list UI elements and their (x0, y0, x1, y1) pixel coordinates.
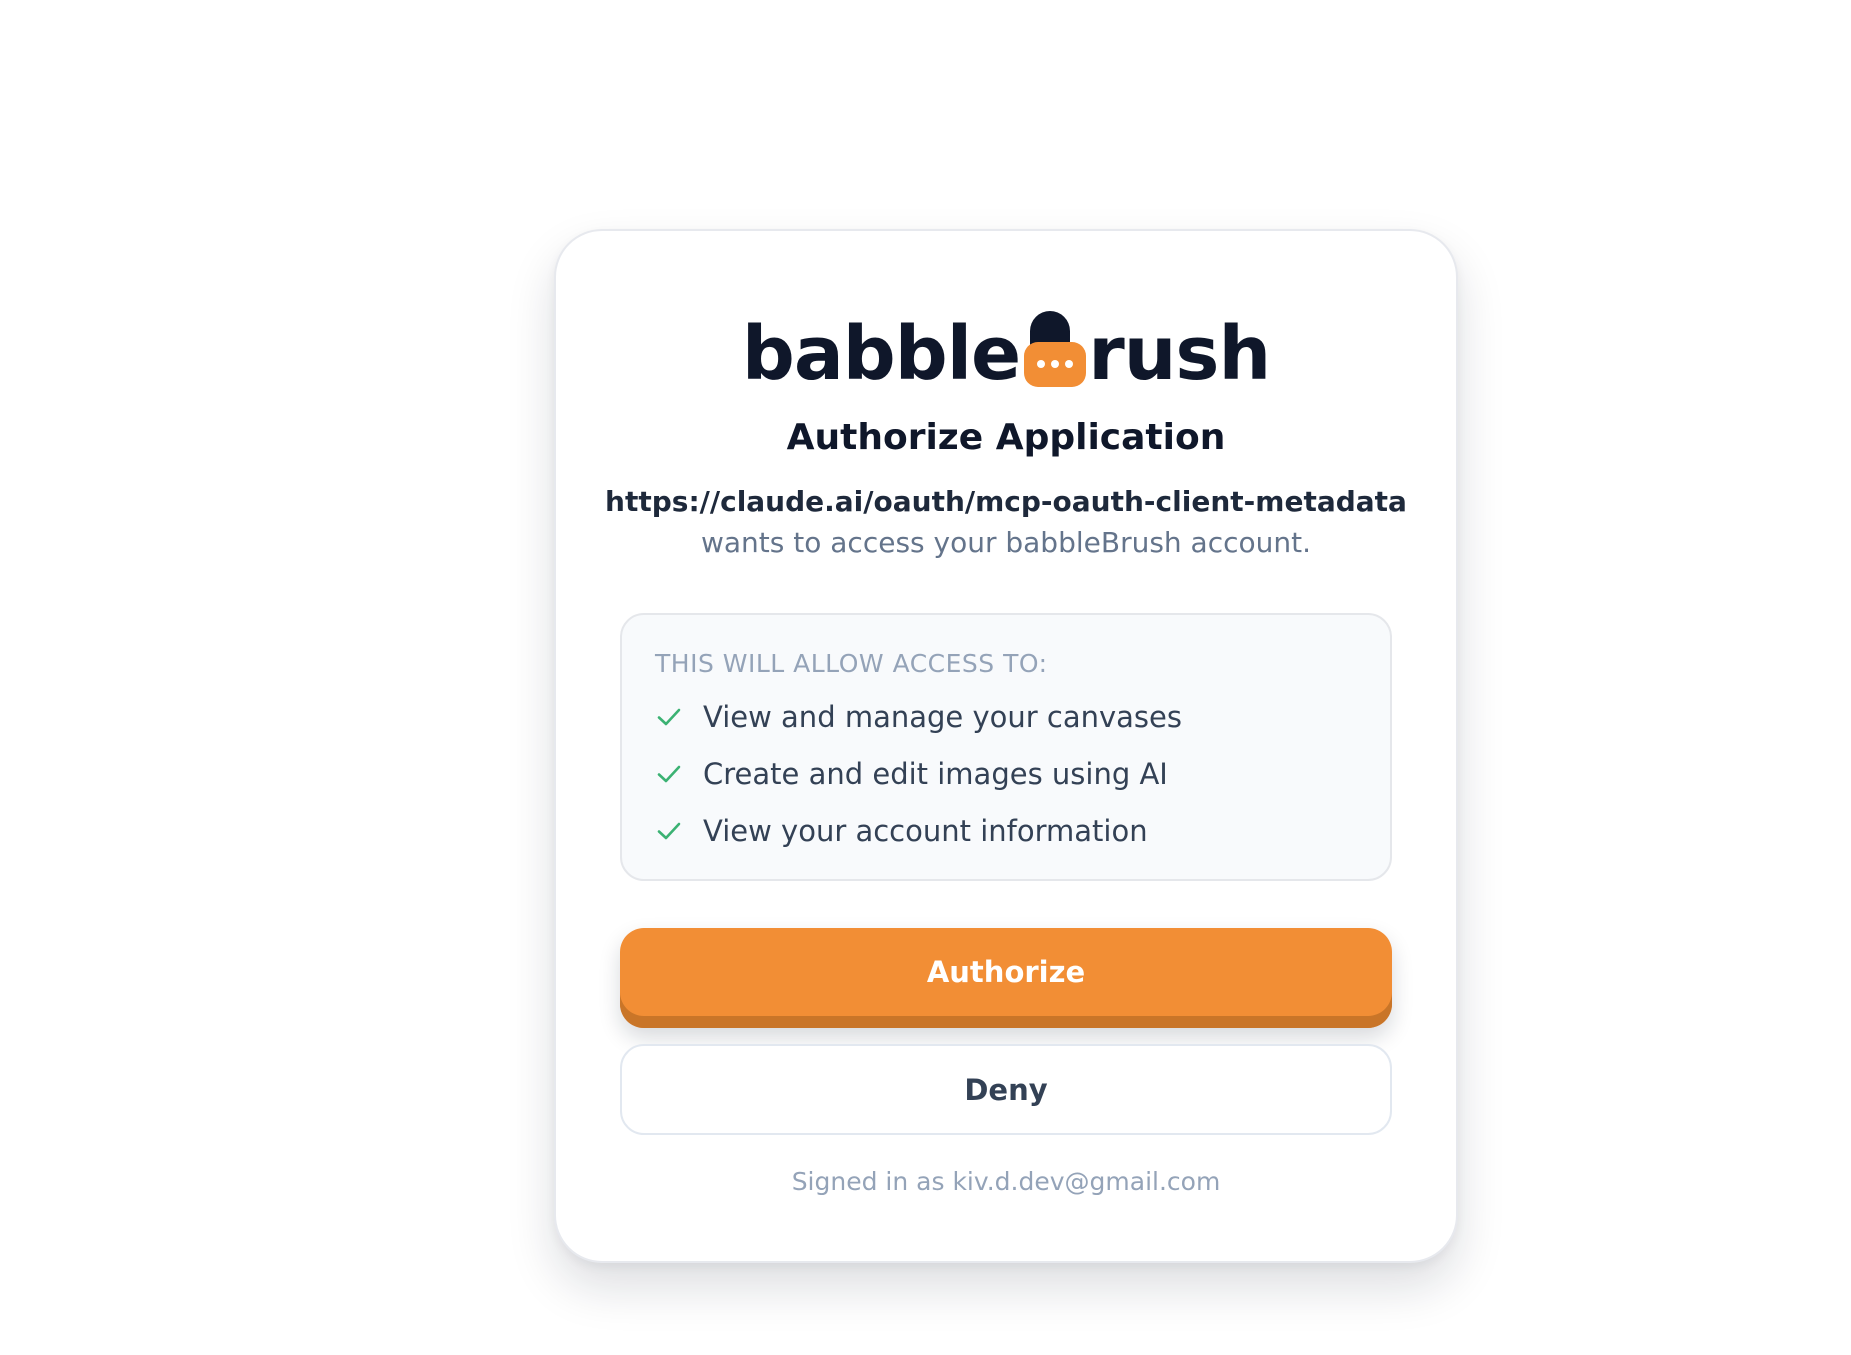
logo-text-rush: rush (1088, 311, 1271, 397)
scope-item: View and manage your canvases (655, 697, 1182, 737)
client-access-description: wants to access your babbleBrush account… (700, 526, 1312, 559)
scope-item: View your account information (655, 811, 1148, 851)
scope-label: Create and edit images using AI (703, 757, 1168, 791)
check-icon (655, 703, 683, 731)
scope-label: View your account information (703, 814, 1148, 848)
oauth-consent-page: babble rush Authorize Application https:… (0, 0, 1851, 1355)
deny-button[interactable]: Deny (620, 1044, 1392, 1135)
check-icon (655, 817, 683, 845)
authorize-button[interactable]: Authorize (620, 928, 1392, 1028)
scopes-panel: THIS WILL ALLOW ACCESS TO: View and mana… (620, 613, 1392, 881)
scopes-heading: THIS WILL ALLOW ACCESS TO: (655, 649, 1048, 678)
client-url: https://claude.ai/oauth/mcp-oauth-client… (605, 485, 1407, 518)
scope-item: Create and edit images using AI (655, 754, 1168, 794)
page-title: Authorize Application (786, 417, 1226, 458)
signed-in-status: Signed in as kiv.d.dev@gmail.com (791, 1167, 1221, 1196)
babblebrush-logo: babble rush (556, 291, 1456, 391)
chat-bubble-b-icon (1024, 311, 1087, 389)
check-icon (655, 760, 683, 788)
scope-label: View and manage your canvases (703, 700, 1182, 734)
consent-card: babble rush Authorize Application https:… (554, 229, 1458, 1263)
logo-text-babble: babble (741, 311, 1021, 397)
